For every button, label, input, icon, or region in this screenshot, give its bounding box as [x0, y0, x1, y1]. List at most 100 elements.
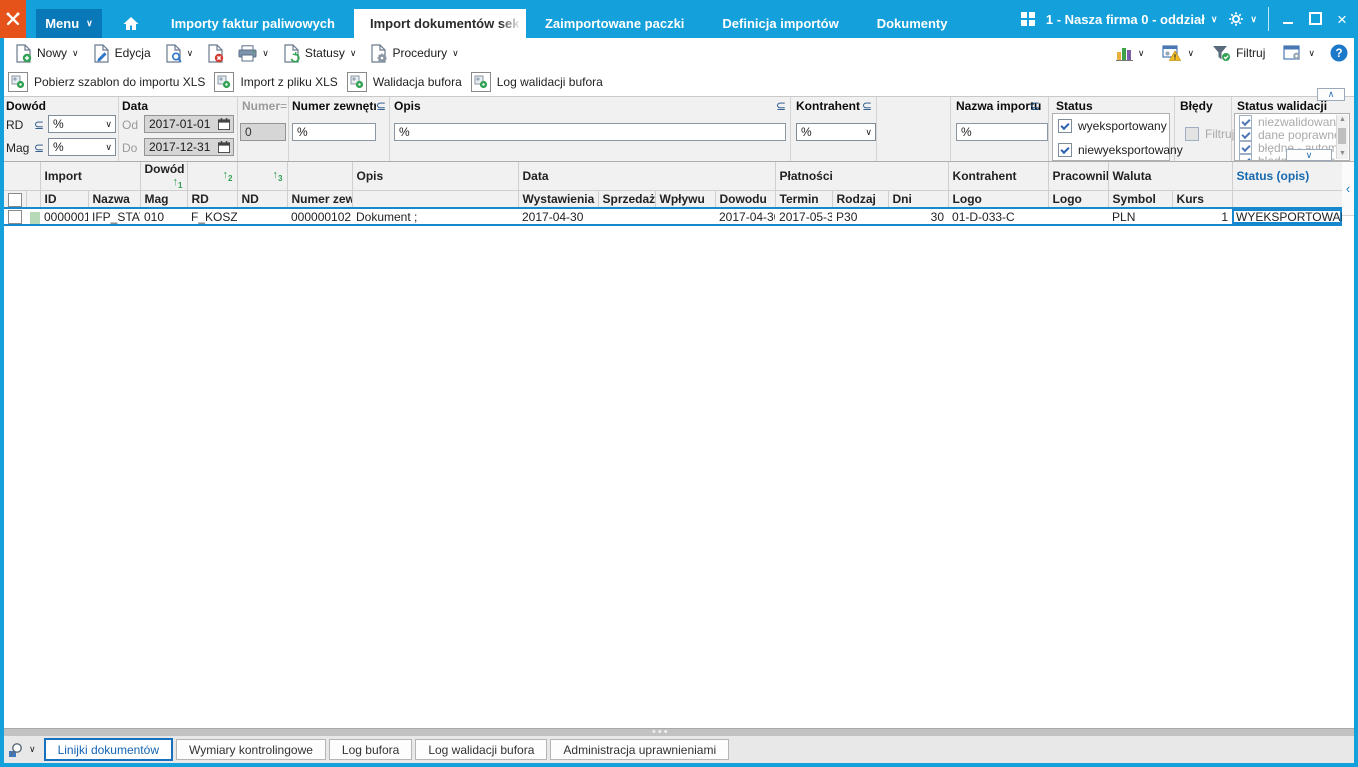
grid-group-header[interactable]	[4, 162, 41, 192]
status-option-niewyeksportowany[interactable]: niewyeksportowany	[1058, 143, 1183, 157]
rd-filter-select[interactable]: % ∨	[48, 115, 116, 133]
collapse-side-panel-button[interactable]: ‹	[1342, 162, 1354, 216]
grid-cell[interactable]: Dokument ;	[352, 207, 518, 227]
print-button[interactable]: ∨	[231, 40, 276, 66]
checkbox-icon[interactable]	[1058, 143, 1072, 157]
filter-opis-operator[interactable]: ⊆	[776, 99, 786, 113]
grid-cell[interactable]: 1	[1172, 207, 1233, 227]
chart-view-button[interactable]: ∨	[1109, 40, 1152, 66]
top-tab[interactable]: Zaimportowane paczki	[526, 9, 703, 38]
grid-cell[interactable]: 01-D-033-C	[948, 207, 1049, 227]
grid-cell[interactable]: F_KOSZ	[187, 207, 237, 227]
checkbox-icon[interactable]	[1058, 119, 1072, 133]
grid-group-header[interactable]: Płatności	[775, 162, 949, 192]
grid-group-header[interactable]: Opis	[352, 162, 519, 192]
grid-header[interactable]: Wystawienia	[518, 190, 599, 209]
filter-nazwa-importu-operator[interactable]: ⊆	[1030, 99, 1040, 113]
grid-group-header[interactable]: Pracownik	[1048, 162, 1109, 192]
filter-numer-zewnetrzny-operator[interactable]: ⊆	[376, 99, 386, 113]
top-tab[interactable]: Definicja importów	[703, 9, 857, 38]
maximize-button[interactable]	[1307, 10, 1323, 28]
search-document-button[interactable]: ∨	[158, 40, 201, 66]
top-tab[interactable]: Dokumenty	[858, 9, 967, 38]
bottom-tab[interactable]: Wymiary kontrolingowe	[175, 739, 326, 760]
grid-cell[interactable]: 2017-04-30	[518, 207, 598, 227]
grid-cell[interactable]	[598, 207, 655, 227]
grid-group-header[interactable]: Data	[518, 162, 776, 192]
top-tab[interactable]: Importy faktur paliwowych	[152, 9, 354, 38]
grid-cell[interactable]: 010	[140, 207, 187, 227]
grid-cell[interactable]: 2017-05-30	[775, 207, 833, 227]
grid-group-header[interactable]: Import	[40, 162, 141, 192]
status-walidacji-scrollbar[interactable]: ▲ ▼	[1336, 115, 1348, 159]
grid-group-header[interactable]: Waluta	[1108, 162, 1233, 192]
statuses-button[interactable]: Statusy ∨	[276, 40, 364, 66]
select-all-checkbox[interactable]	[8, 192, 22, 207]
grid-group-header[interactable]: Kontrahent	[948, 162, 1049, 192]
scroll-up-icon[interactable]: ▲	[1337, 115, 1348, 125]
grid-header[interactable]: ND	[237, 190, 288, 209]
grid-group-header[interactable]: Dowód ↑1	[140, 162, 188, 192]
grid-cell[interactable]	[237, 207, 287, 227]
bottom-tab[interactable]: Linijki dokumentów	[43, 738, 173, 761]
xls-action-button[interactable]: Walidacja bufora	[346, 72, 462, 92]
grid-header[interactable]: RD	[187, 190, 238, 209]
grid-cell[interactable]	[26, 207, 40, 227]
company-selector[interactable]: 1 - Nasza firma 0 - oddział ∨	[1046, 12, 1218, 27]
top-tab[interactable]: Import dokumentów sekreta	[353, 9, 526, 38]
grid-group-header[interactable]: ↑3	[237, 162, 288, 192]
grid-header[interactable]: Kurs	[1172, 190, 1233, 209]
horizontal-splitter[interactable]: •••	[4, 727, 1354, 738]
grid-cell[interactable]: IFP_STAT	[88, 207, 140, 227]
apps-grid-icon[interactable]	[1020, 12, 1035, 26]
window-warning-button[interactable]: ∨	[1155, 40, 1201, 66]
window-settings-button[interactable]: ∨	[1276, 40, 1322, 66]
grid-cell[interactable]	[4, 207, 26, 227]
status-option-wyeksportowany[interactable]: wyeksportowany	[1058, 119, 1167, 133]
filter-kontrahent-operator[interactable]: ⊆	[862, 99, 872, 113]
menu-button[interactable]: Menu ∨	[36, 9, 102, 38]
grid-group-header[interactable]: ↑2	[187, 162, 238, 192]
filter-rd-operator[interactable]: ⊆	[34, 118, 44, 132]
grid-header[interactable]: Dni	[888, 190, 949, 209]
close-button[interactable]: ×	[1334, 10, 1350, 28]
grid-header[interactable]: Sprzedaży	[598, 190, 656, 209]
collapse-filters-button[interactable]: ∧	[1317, 88, 1345, 101]
nazwa-importu-filter-input[interactable]: %	[956, 123, 1048, 141]
grid-cell[interactable]	[1048, 207, 1109, 227]
grid-cell[interactable]: PLN	[1108, 207, 1173, 227]
xls-action-button[interactable]: Pobierz szablon do importu XLS	[8, 72, 205, 92]
grid-header[interactable]: ID	[40, 190, 89, 209]
date-from-field[interactable]: 2017-01-01	[144, 115, 234, 133]
delete-document-button[interactable]	[200, 40, 231, 66]
grid-header[interactable]: Dowodu	[715, 190, 776, 209]
opis-filter-input[interactable]: %	[394, 123, 786, 141]
zoom-menu-button[interactable]: ∨	[8, 742, 36, 758]
grid-header[interactable]: Mag	[140, 190, 188, 209]
xls-action-button[interactable]: Log walidacji bufora	[470, 72, 603, 92]
scrollbar-thumb[interactable]	[1338, 128, 1346, 144]
grid-header[interactable]: Nazwa	[88, 190, 141, 209]
mag-filter-select[interactable]: % ∨	[48, 138, 116, 156]
minimize-button[interactable]	[1280, 10, 1296, 28]
grid-cell[interactable]: P30	[832, 207, 889, 227]
grid-cell[interactable]: 30	[888, 207, 949, 227]
grid-header[interactable]: Logo	[1048, 190, 1109, 209]
bottom-tab[interactable]: Administracja uprawnieniami	[550, 739, 730, 760]
app-logo-icon[interactable]	[0, 0, 26, 38]
procedures-button[interactable]: Procedury ∨	[363, 40, 465, 66]
grid-cell[interactable]: 2017-04-30	[715, 207, 776, 227]
bottom-tab[interactable]: Log bufora	[328, 739, 413, 760]
grid-header[interactable]: Symbol	[1108, 190, 1173, 209]
grid-header[interactable]	[1232, 190, 1343, 209]
grid-row[interactable]: 000000102IFP_STAT010F_KOSZ000000102Dokum…	[4, 207, 1343, 227]
grid-cell[interactable]: 000000102	[40, 207, 88, 227]
filter-button[interactable]: Filtruj	[1205, 40, 1272, 66]
grid-cell[interactable]: WYEKSPORTOWANY	[1232, 207, 1343, 227]
grid-header[interactable]	[4, 190, 27, 209]
grid-group-header[interactable]: Status (opis)	[1232, 162, 1343, 192]
scroll-down-icon[interactable]: ▼	[1337, 149, 1348, 159]
help-button[interactable]: ?	[1326, 40, 1352, 66]
settings-menu[interactable]: ∨	[1228, 11, 1257, 27]
edit-button[interactable]: Edycja	[86, 40, 158, 66]
